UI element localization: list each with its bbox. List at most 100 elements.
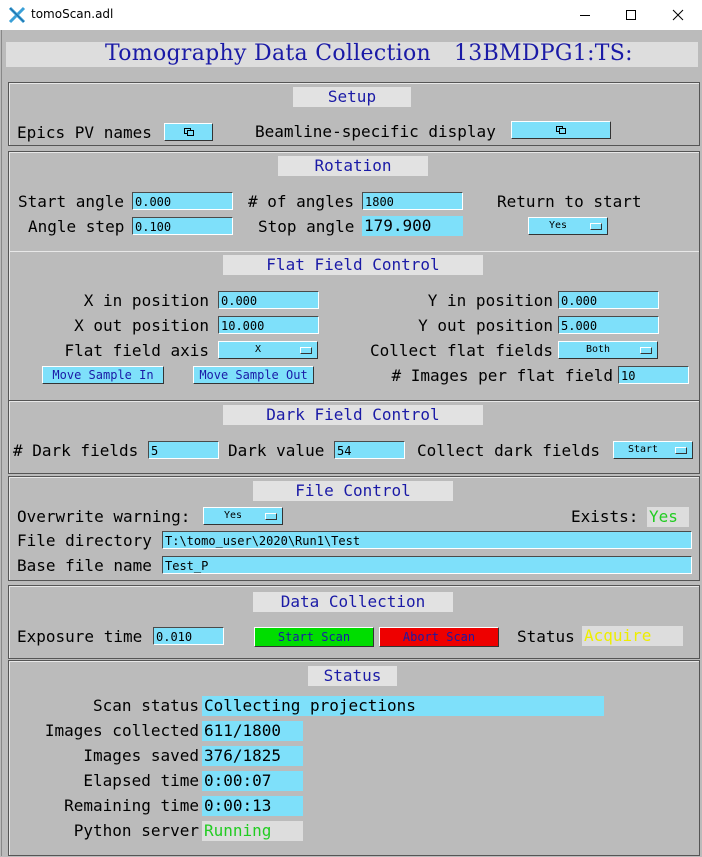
page-header: Tomography Data Collection 13BMDPG1:TS:: [6, 41, 698, 67]
start-scan-button[interactable]: Start Scan: [254, 627, 374, 647]
overwrite-warning-label: Overwrite warning:: [17, 507, 191, 526]
data-collection-panel: Data Collection Exposure time 0.010 Star…: [8, 585, 700, 659]
epics-pv-names-label: Epics PV names: [17, 123, 152, 142]
collect-dark-fields-menu[interactable]: Start: [613, 441, 693, 459]
window-title-bar: tomoScan.adl: [0, 0, 702, 30]
setup-title: Setup: [293, 87, 411, 107]
return-to-start-value: Yes: [548, 220, 568, 231]
close-button[interactable]: [655, 0, 701, 30]
elapsed-time-label: Elapsed time: [83, 771, 199, 790]
remaining-time-label: Remaining time: [64, 796, 199, 815]
x-out-label: X out position: [74, 316, 209, 335]
beamline-display-button[interactable]: [511, 121, 611, 139]
python-server-label: Python server: [73, 821, 199, 840]
elapsed-time-value: 0:00:07: [202, 771, 303, 791]
minimize-button[interactable]: [562, 0, 608, 30]
menu-indicator-icon: [300, 347, 312, 354]
x-out-input[interactable]: 10.000: [218, 316, 319, 334]
dark-field-title: Dark Field Control: [223, 405, 483, 425]
x-in-input[interactable]: 0.000: [218, 291, 319, 309]
stop-angle-label: Stop angle: [258, 217, 355, 236]
flat-field-axis-menu[interactable]: X: [218, 341, 318, 359]
file-control-title: File Control: [253, 481, 453, 501]
menu-indicator-icon: [590, 223, 602, 230]
images-per-flat-input[interactable]: 10: [618, 366, 689, 384]
x-in-label: X in position: [83, 291, 209, 310]
close-icon: [672, 9, 684, 21]
exists-label: Exists:: [571, 507, 639, 526]
file-control-panel: File Control Overwrite warning: Yes Exis…: [8, 476, 700, 581]
file-directory-label: File directory: [17, 531, 152, 550]
status-value: Acquire: [582, 626, 683, 646]
flat-field-axis-label: Flat field axis: [64, 341, 210, 360]
status-title: Status: [308, 666, 397, 686]
scan-status-value: Collecting projections: [202, 696, 604, 716]
menu-indicator-icon: [675, 447, 687, 454]
angle-step-input[interactable]: 0.100: [132, 217, 233, 235]
y-in-label: Y in position: [427, 291, 553, 310]
status-label: Status: [517, 627, 575, 646]
data-collection-title: Data Collection: [253, 592, 453, 612]
dark-field-panel: Dark Field Control # Dark fields 5 Dark …: [8, 400, 700, 474]
collect-flat-fields-value: Both: [585, 344, 611, 355]
images-collected-value: 611/1800: [202, 721, 303, 741]
num-angles-input[interactable]: 1800: [362, 192, 463, 210]
num-angles-label: # of angles: [248, 192, 354, 211]
collect-dark-fields-label: Collect dark fields: [417, 441, 601, 460]
abort-scan-button[interactable]: Abort Scan: [379, 627, 499, 647]
exposure-time-label: Exposure time: [17, 627, 143, 646]
base-file-name-label: Base file name: [17, 556, 152, 575]
start-angle-input[interactable]: 0.000: [132, 192, 233, 210]
maximize-button[interactable]: [608, 0, 654, 30]
scan-status-label: Scan status: [93, 696, 199, 715]
status-panel: Status Scan status Collecting projection…: [8, 660, 700, 856]
collect-dark-fields-value: Start: [627, 444, 659, 455]
collect-flat-fields-label: Collect flat fields: [369, 341, 553, 360]
y-in-input[interactable]: 0.000: [558, 291, 659, 309]
remaining-time-value: 0:00:13: [202, 796, 303, 816]
page-title: Tomography Data Collection: [105, 41, 431, 66]
stop-angle-value: 179.900: [362, 216, 463, 236]
images-saved-label: Images saved: [83, 746, 199, 765]
y-out-input[interactable]: 5.000: [558, 316, 659, 334]
related-display-icon: [556, 126, 566, 134]
flat-field-panel: Flat Field Control X in position 0.000 Y…: [8, 251, 700, 423]
flat-field-title: Flat Field Control: [223, 255, 483, 275]
y-out-label: Y out position: [418, 316, 553, 335]
exposure-time-input[interactable]: 0.010: [153, 627, 224, 645]
images-per-flat-label: # Images per flat field: [391, 366, 613, 385]
setup-panel: Setup Epics PV names Beamline-specific d…: [8, 82, 700, 146]
dark-value-label: Dark value: [228, 441, 325, 460]
overwrite-warning-value: Yes: [223, 510, 243, 521]
base-file-name-input[interactable]: Test_P: [162, 556, 692, 574]
related-display-icon: [183, 128, 194, 136]
images-collected-label: Images collected: [44, 721, 199, 740]
app-logo-icon: [8, 6, 26, 24]
num-dark-fields-label: # Dark fields: [13, 441, 139, 460]
file-directory-input[interactable]: T:\tomo_user\2020\Run1\Test: [162, 531, 692, 549]
exists-value: Yes: [647, 507, 689, 527]
rotation-title: Rotation: [278, 156, 428, 176]
dark-value-input[interactable]: 54: [334, 441, 405, 459]
start-angle-label: Start angle: [18, 192, 124, 211]
return-to-start-menu[interactable]: Yes: [528, 217, 608, 235]
beamline-display-label: Beamline-specific display: [255, 122, 496, 141]
flat-field-axis-value: X: [254, 344, 262, 355]
collect-flat-fields-menu[interactable]: Both: [558, 341, 658, 359]
minimize-icon: [580, 15, 590, 16]
angle-step-label: Angle step: [28, 217, 125, 236]
pv-prefix: 13BMDPG1:TS:: [454, 41, 633, 66]
overwrite-warning-menu[interactable]: Yes: [203, 507, 283, 525]
num-dark-fields-input[interactable]: 5: [148, 441, 219, 459]
window-title: tomoScan.adl: [31, 7, 114, 21]
menu-indicator-icon: [265, 513, 277, 520]
menu-indicator-icon: [640, 347, 652, 354]
move-sample-out-button[interactable]: Move Sample Out: [193, 366, 314, 384]
epics-pv-names-button[interactable]: [164, 123, 213, 141]
images-saved-value: 376/1825: [202, 746, 303, 766]
maximize-icon: [626, 10, 636, 20]
medm-display: Tomography Data Collection 13BMDPG1:TS: …: [1, 30, 702, 856]
python-server-value: Running: [202, 821, 303, 841]
return-to-start-label: Return to start: [497, 192, 642, 211]
move-sample-in-button[interactable]: Move Sample In: [42, 366, 164, 384]
